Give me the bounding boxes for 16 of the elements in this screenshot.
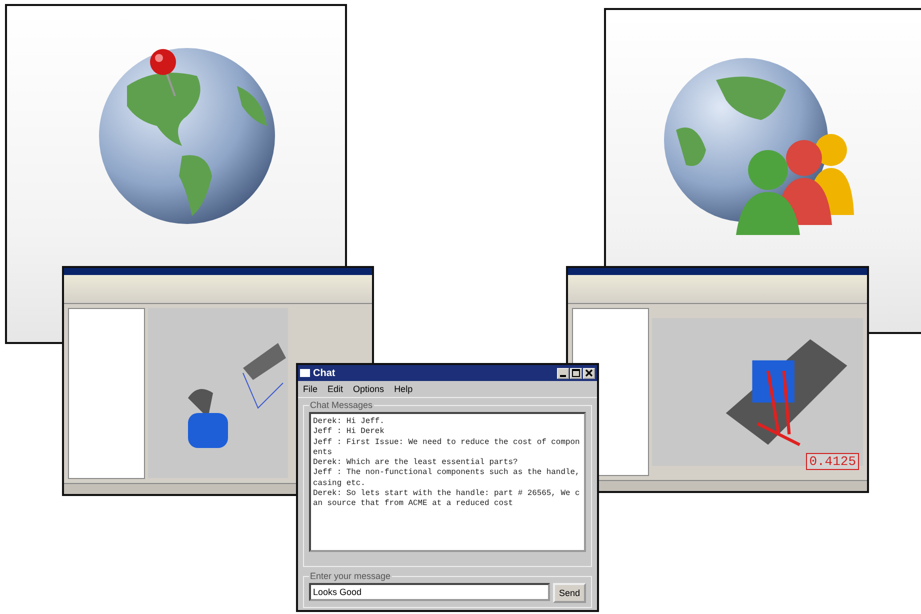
maximize-button[interactable] [570,368,582,378]
menu-item[interactable]: Edit [328,384,344,394]
dimension-label: 0.4125 [806,453,859,470]
message-field[interactable]: Looks Good [309,583,550,601]
window-icon [300,369,310,377]
send-button[interactable]: Send [552,583,586,603]
group-label: Enter your message [309,571,392,581]
group-label: Chat Messages [309,400,374,410]
window-title: Chat [313,368,336,378]
close-button[interactable] [583,368,595,378]
close-icon [585,369,593,377]
menu-item[interactable]: Options [353,384,384,394]
maximize-icon [572,369,580,377]
menu-item[interactable]: Help [394,384,413,394]
minimize-button[interactable] [557,368,569,378]
menu-item[interactable]: File [303,384,318,394]
